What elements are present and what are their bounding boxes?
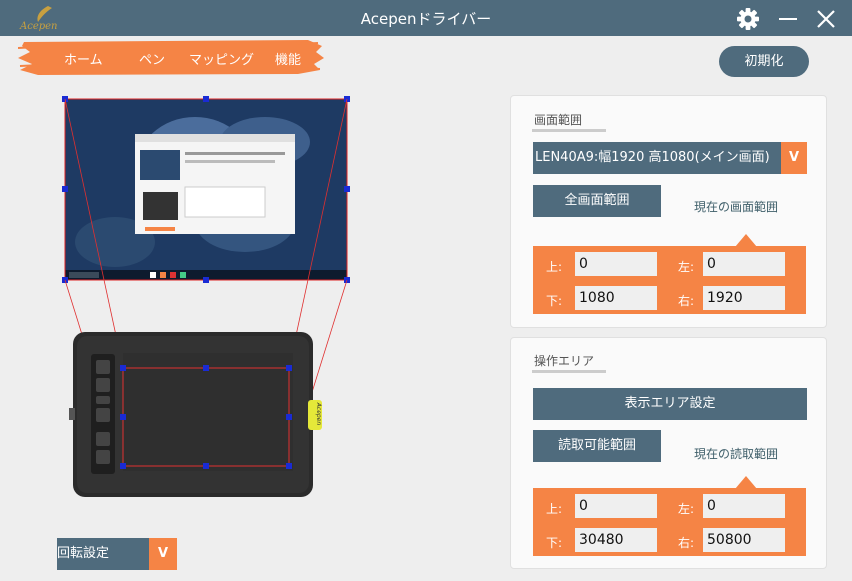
nav-home[interactable]: ホーム xyxy=(64,49,103,68)
work-right-label: 右: xyxy=(678,536,695,550)
full-screen-range-button[interactable]: 全画面範囲 xyxy=(533,185,661,217)
work-bottom-label: 下: xyxy=(546,536,563,550)
work-top-label: 上: xyxy=(546,502,563,516)
screen-left-label: 左: xyxy=(678,260,695,274)
nav-function[interactable]: 機能 xyxy=(275,49,301,68)
work-area-title: 操作エリア xyxy=(534,354,595,368)
work-bottom-field[interactable]: 30480 xyxy=(575,528,657,552)
chevron-down-icon: V xyxy=(149,538,177,570)
screen-range-title-underline xyxy=(532,129,606,132)
nav-mapping[interactable]: マッピング xyxy=(189,49,254,68)
current-screen-range-label: 現在の画面範囲 xyxy=(694,200,779,214)
monitor-dropdown[interactable]: LEN40A9:幅1920 高1080(メイン画面) V xyxy=(533,142,807,174)
monitor-dropdown-value: LEN40A9:幅1920 高1080(メイン画面) xyxy=(535,150,770,165)
display-area-settings-button[interactable]: 表示エリア設定 xyxy=(533,388,807,420)
current-read-range-label: 現在の読取範囲 xyxy=(694,447,779,461)
minimize-icon[interactable] xyxy=(775,6,801,32)
window-title: Acepenドライバー xyxy=(360,10,492,28)
reset-button[interactable]: 初期化 xyxy=(719,46,809,77)
rotation-dropdown[interactable]: 回転設定 V xyxy=(57,538,177,570)
work-left-label: 左: xyxy=(678,502,695,516)
screen-left-field[interactable]: 0 xyxy=(703,252,785,276)
screen-top-label: 上: xyxy=(546,260,563,274)
screen-bottom-field[interactable]: 1080 xyxy=(575,286,657,310)
screen-top-field[interactable]: 0 xyxy=(575,252,657,276)
work-area-title-underline xyxy=(532,370,606,373)
nav-pen[interactable]: ペン xyxy=(139,49,165,68)
title-bar: Acepen Acepenドライバー xyxy=(0,0,852,36)
screen-bottom-label: 下: xyxy=(546,294,563,308)
chevron-down-icon: V xyxy=(781,142,807,174)
close-icon[interactable] xyxy=(813,6,839,32)
work-right-field[interactable]: 50800 xyxy=(703,528,785,552)
screen-right-label: 右: xyxy=(678,294,695,308)
svg-text:Acepen: Acepen xyxy=(315,402,322,426)
work-left-field[interactable]: 0 xyxy=(703,494,785,518)
mapping-preview: Acepen xyxy=(62,96,350,497)
screen-right-field[interactable]: 1920 xyxy=(703,286,785,310)
screen-range-title: 画面範囲 xyxy=(534,113,583,127)
rotation-label: 回転設定 xyxy=(57,546,110,561)
work-top-field[interactable]: 0 xyxy=(575,494,657,518)
readable-range-button[interactable]: 読取可能範囲 xyxy=(533,430,661,462)
gear-icon[interactable] xyxy=(735,6,761,32)
